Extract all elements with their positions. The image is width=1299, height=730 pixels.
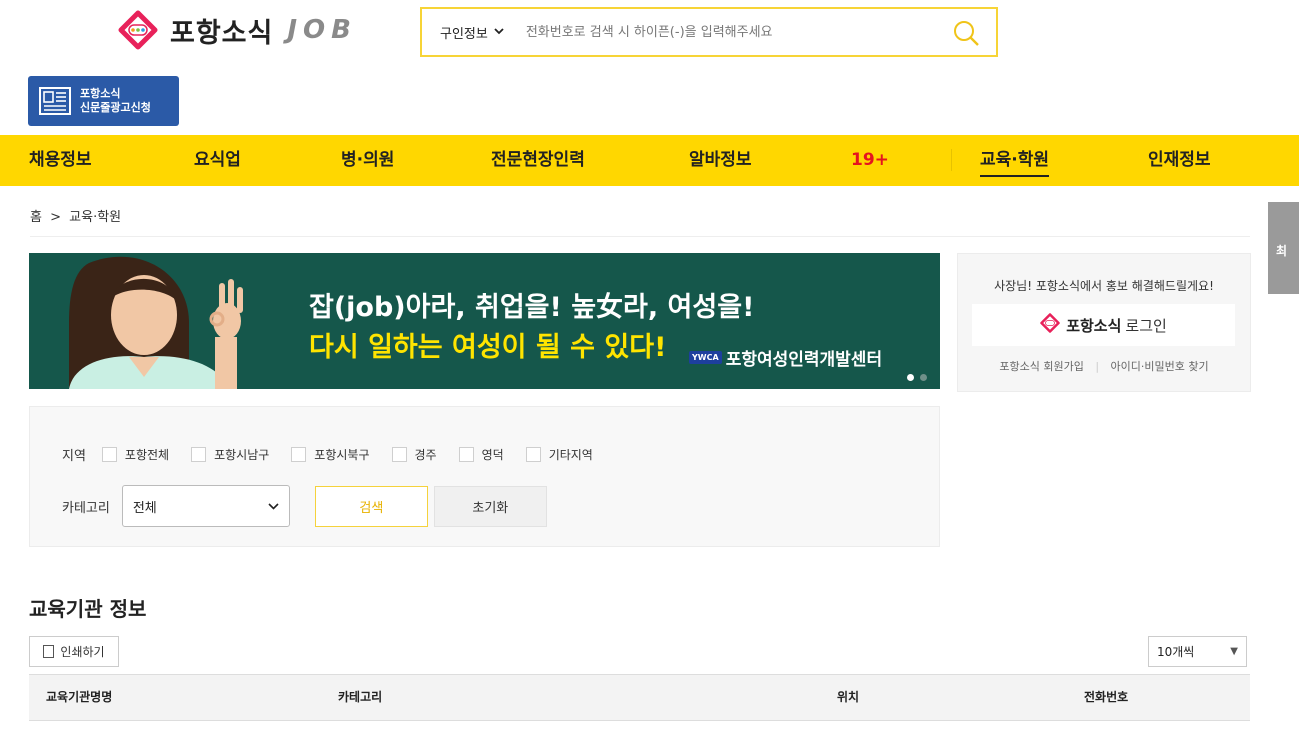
region-checkbox[interactable]: 기타지역 xyxy=(525,446,593,463)
print-label: 인쇄하기 xyxy=(60,645,105,659)
region-option: 기타지역 xyxy=(548,448,593,462)
login-brand: 포항소식 xyxy=(1066,316,1122,335)
login-panel: 사장님! 포항소식에서 홍보 해결해드릴게요! 포항소식 로그인 포항소식 회원… xyxy=(957,253,1251,392)
nav-item-adult[interactable]: 19+ xyxy=(851,135,889,186)
checkbox-box[interactable] xyxy=(101,447,117,462)
column-header-phone[interactable]: 전화번호 xyxy=(1084,675,1128,720)
nav-item-education[interactable]: 교육·학원 xyxy=(980,135,1050,186)
side-floating-tab[interactable]: 최 xyxy=(1268,202,1299,294)
print-button[interactable]: 인쇄하기 xyxy=(29,636,119,667)
chevron-down-icon xyxy=(268,499,279,514)
find-account-link[interactable]: 아이디·비밀번호 찾기 xyxy=(1111,360,1209,373)
banner-dot[interactable] xyxy=(907,374,914,381)
category-filter: 카테고리 전체 검색 초기화 xyxy=(62,485,547,527)
column-header-name[interactable]: 교육기관명명 xyxy=(46,675,112,720)
nav-divider xyxy=(951,149,952,171)
site-logo[interactable]: 포항소식 JOB xyxy=(118,10,357,50)
ad-label-line2: 신문줄광고신청 xyxy=(80,101,151,114)
banner-headline: 잡(job)아라, 취업을! 높女라, 여성을! xyxy=(309,292,755,323)
search-bar: 구인정보 xyxy=(420,7,998,57)
search-filter-panel: 지역 포항전체 포항시남구 포항시북구 경주 영덕 기타지역 카테고리 전체 검… xyxy=(29,406,940,547)
brand-logo-icon xyxy=(1040,313,1060,337)
banner-woman-image xyxy=(29,253,269,389)
nav-item-food[interactable]: 요식업 xyxy=(194,135,241,186)
nav-item-parttime[interactable]: 알바정보 xyxy=(689,135,752,186)
checkbox-box[interactable] xyxy=(291,447,307,462)
banner-org: YWCA 포항여성인력개발센터 xyxy=(689,345,882,370)
category-value: 전체 xyxy=(132,500,157,516)
region-filter: 지역 포항전체 포항시남구 포항시북구 경주 영덕 기타지역 xyxy=(62,445,615,464)
region-checkbox[interactable]: 포항전체 xyxy=(101,446,170,463)
checkbox-box[interactable] xyxy=(191,447,207,462)
region-checkbox[interactable]: 경주 xyxy=(391,446,437,463)
checkbox-box[interactable] xyxy=(391,447,407,462)
breadcrumb-home[interactable]: 홈 xyxy=(30,210,42,225)
promo-banner[interactable]: 잡(job)아라, 취업을! 높女라, 여성을! 다시 일하는 여성이 될 수 … xyxy=(29,253,940,389)
column-header-category[interactable]: 카테고리 xyxy=(338,675,382,720)
print-icon xyxy=(43,645,55,658)
breadcrumb-divider xyxy=(30,236,1250,237)
per-page-value: 10개씩 xyxy=(1157,645,1195,659)
search-icon xyxy=(954,21,979,46)
filter-reset-button[interactable]: 초기화 xyxy=(433,485,547,527)
region-option: 포항전체 xyxy=(124,448,170,462)
logo-mark-icon xyxy=(118,10,158,50)
login-message: 사장님! 포항소식에서 홍보 해결해드릴게요! xyxy=(994,279,1214,293)
search-category-select[interactable]: 구인정보 xyxy=(440,23,504,42)
filter-search-button[interactable]: 검색 xyxy=(314,485,428,527)
section-title: 교육기관 정보 xyxy=(29,597,147,621)
region-checkbox[interactable]: 포항시남구 xyxy=(191,446,269,463)
nav-item-field-workers[interactable]: 전문현장인력 xyxy=(491,135,585,186)
banner-subheadline: 다시 일하는 여성이 될 수 있다! xyxy=(309,332,667,363)
nav-item-clinic[interactable]: 병·의원 xyxy=(341,135,394,186)
logo-text: 포항소식 xyxy=(170,17,274,49)
category-label: 카테고리 xyxy=(62,500,110,516)
region-option: 포항시북구 xyxy=(314,448,370,462)
banner-dot[interactable] xyxy=(920,374,927,381)
region-checkbox[interactable]: 영덕 xyxy=(458,446,504,463)
nav-item-jobs[interactable]: 채용정보 xyxy=(29,135,92,186)
breadcrumb-current: 교육·학원 xyxy=(69,210,122,225)
region-checkbox[interactable]: 포항시북구 xyxy=(291,446,370,463)
region-label: 지역 xyxy=(62,449,86,464)
chevron-down-icon xyxy=(494,27,504,38)
region-option: 경주 xyxy=(414,448,437,462)
breadcrumb: 홈 > 교육·학원 xyxy=(30,206,121,225)
region-option: 영덕 xyxy=(481,448,504,462)
nav-item-talent[interactable]: 인재정보 xyxy=(1148,135,1211,186)
search-input[interactable] xyxy=(525,24,926,40)
triangle-down-icon: ▼ xyxy=(1230,646,1238,657)
newspaper-ad-label: 포항소식 신문줄광고신청 xyxy=(80,87,151,115)
newspaper-icon xyxy=(38,85,72,117)
login-button[interactable]: 포항소식 로그인 xyxy=(972,304,1235,346)
banner-pagination xyxy=(907,374,927,381)
side-tab-label: 최 xyxy=(1276,244,1288,258)
ywca-logo: YWCA xyxy=(689,351,722,364)
breadcrumb-separator: > xyxy=(50,210,62,225)
checkbox-box[interactable] xyxy=(458,447,474,462)
region-option: 포항시남구 xyxy=(214,448,270,462)
ad-label-line1: 포항소식 xyxy=(80,87,121,100)
banner-org-name: 포항여성인력개발센터 xyxy=(725,350,883,370)
table-header: 교육기관명명 카테고리 위치 전화번호 xyxy=(29,674,1250,721)
search-category-label: 구인정보 xyxy=(440,26,488,42)
logo-job-text: JOB xyxy=(287,15,357,45)
main-nav: 채용정보 요식업 병·의원 전문현장인력 알바정보 19+ 교육·학원 인재정보 xyxy=(0,135,1299,186)
newspaper-ad-button[interactable]: 포항소식 신문줄광고신청 xyxy=(28,76,179,126)
login-label: 로그인 xyxy=(1125,316,1167,335)
link-separator: | xyxy=(1095,360,1100,373)
login-links: 포항소식 회원가입 | 아이디·비밀번호 찾기 xyxy=(958,358,1250,374)
column-header-location[interactable]: 위치 xyxy=(837,675,859,720)
per-page-select[interactable]: 10개씩 ▼ xyxy=(1148,636,1247,667)
signup-link[interactable]: 포항소식 회원가입 xyxy=(999,360,1083,373)
category-select[interactable]: 전체 xyxy=(121,485,290,527)
checkbox-box[interactable] xyxy=(525,447,541,462)
search-button[interactable] xyxy=(952,19,980,47)
